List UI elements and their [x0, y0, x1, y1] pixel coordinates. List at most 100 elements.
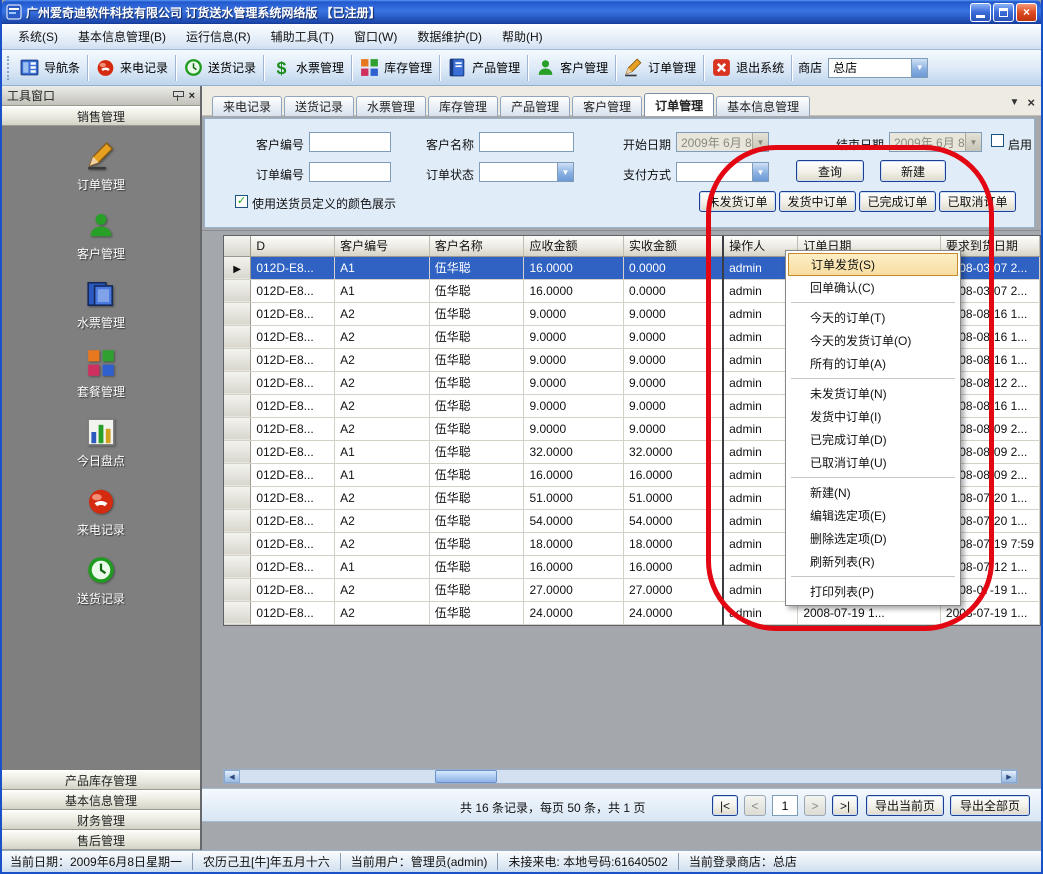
sidebar-item[interactable]: 订单管理	[77, 140, 125, 193]
cell-customer_name[interactable]: 伍华聪	[429, 256, 524, 279]
sidebar-item[interactable]: 来电记录	[77, 485, 125, 538]
toolbar-button[interactable]: 送货记录	[178, 54, 261, 81]
row-selector[interactable]	[224, 348, 251, 371]
tab-menu-icon[interactable]: ▼	[1010, 97, 1020, 108]
cell-id[interactable]: 012D-E8...	[251, 555, 335, 578]
toolbar-button[interactable]: 库存管理	[354, 54, 437, 81]
cell-id[interactable]: 012D-E8...	[251, 394, 335, 417]
cell-id[interactable]: 012D-E8...	[251, 578, 335, 601]
chevron-down-icon[interactable]: ▼	[965, 133, 981, 151]
chevron-down-icon[interactable]: ▼	[752, 133, 768, 151]
cell-receivable[interactable]: 9.0000	[524, 394, 624, 417]
cell-received[interactable]: 0.0000	[624, 256, 724, 279]
cell-customer_no[interactable]: A2	[335, 348, 430, 371]
new-button[interactable]: 新建	[880, 160, 946, 182]
cell-receivable[interactable]: 9.0000	[524, 417, 624, 440]
tab-水票管理[interactable]: 水票管理	[356, 96, 426, 116]
row-selector[interactable]	[224, 325, 251, 348]
cell-id[interactable]: 012D-E8...	[251, 348, 335, 371]
row-selector[interactable]	[224, 509, 251, 532]
column-header[interactable]: 客户编号	[335, 236, 430, 256]
customer-name-input[interactable]	[479, 132, 574, 152]
cell-receivable[interactable]: 16.0000	[524, 256, 624, 279]
cell-received[interactable]: 54.0000	[624, 509, 724, 532]
cell-customer_no[interactable]: A2	[335, 371, 430, 394]
export-current-page-button[interactable]: 导出当前页	[866, 795, 944, 816]
row-selector[interactable]	[224, 555, 251, 578]
context-menu-item[interactable]: 删除选定项(D)	[788, 527, 958, 550]
tab-送货记录[interactable]: 送货记录	[284, 96, 354, 116]
cell-customer_no[interactable]: A2	[335, 394, 430, 417]
cell-receivable[interactable]: 24.0000	[524, 601, 624, 624]
column-header[interactable]: 客户名称	[429, 236, 524, 256]
cell-customer_name[interactable]: 伍华聪	[429, 532, 524, 555]
order-filter-button[interactable]: 未发货订单	[699, 191, 776, 212]
toolbar-button[interactable]: 客户管理	[530, 54, 613, 81]
select-all-header[interactable]	[224, 236, 251, 256]
row-selector[interactable]	[224, 532, 251, 555]
row-selector[interactable]	[224, 279, 251, 302]
customer-no-input[interactable]	[309, 132, 391, 152]
sidebar-section-button[interactable]: 基本信息管理	[2, 790, 200, 810]
cell-customer_no[interactable]: A1	[335, 256, 430, 279]
cell-received[interactable]: 16.0000	[624, 555, 724, 578]
export-all-pages-button[interactable]: 导出全部页	[950, 795, 1030, 816]
cell-customer_name[interactable]: 伍华聪	[429, 302, 524, 325]
toolbar-button[interactable]: 订单管理	[618, 54, 701, 81]
cell-customer_name[interactable]: 伍华聪	[429, 509, 524, 532]
context-menu-item[interactable]: 刷新列表(R)	[788, 550, 958, 573]
cell-customer_no[interactable]: A1	[335, 440, 430, 463]
first-page-button[interactable]: |<	[712, 795, 738, 816]
order-no-input[interactable]	[309, 162, 391, 182]
cell-customer_no[interactable]: A1	[335, 279, 430, 302]
row-selector[interactable]	[224, 578, 251, 601]
menubar-item[interactable]: 帮助(H)	[492, 24, 553, 49]
cell-received[interactable]: 0.0000	[624, 279, 724, 302]
cell-customer_no[interactable]: A2	[335, 325, 430, 348]
start-date-picker[interactable]: 2009年 6月 8日 ▼	[676, 132, 769, 152]
cell-receivable[interactable]: 16.0000	[524, 555, 624, 578]
menubar-item[interactable]: 辅助工具(T)	[261, 24, 344, 49]
cell-receivable[interactable]: 9.0000	[524, 325, 624, 348]
column-header[interactable]: 实收金额	[624, 236, 724, 256]
toolbar-button[interactable]: 来电记录	[90, 54, 173, 81]
chevron-down-icon[interactable]: ▼	[557, 163, 573, 181]
cell-receivable[interactable]: 9.0000	[524, 348, 624, 371]
cell-customer_name[interactable]: 伍华聪	[429, 555, 524, 578]
minimize-button[interactable]	[970, 3, 991, 22]
context-menu-item[interactable]: 所有的订单(A)	[788, 352, 958, 375]
cell-received[interactable]: 51.0000	[624, 486, 724, 509]
cell-customer_name[interactable]: 伍华聪	[429, 440, 524, 463]
cell-receivable[interactable]: 9.0000	[524, 371, 624, 394]
context-menu-item[interactable]: 已取消订单(U)	[788, 451, 958, 474]
context-menu-item[interactable]: 订单发货(S)	[788, 253, 958, 276]
row-selector[interactable]	[224, 394, 251, 417]
end-date-picker[interactable]: 2009年 6月 8日 ▼	[889, 132, 982, 152]
toolbar-button[interactable]: 退出系统	[706, 54, 789, 81]
sidebar-item[interactable]: 客户管理	[77, 209, 125, 262]
cell-received[interactable]: 9.0000	[624, 417, 724, 440]
sidebar-item[interactable]: 套餐管理	[77, 347, 125, 400]
cell-received[interactable]: 27.0000	[624, 578, 724, 601]
color-display-checkbox[interactable]: ✓	[235, 195, 248, 208]
cell-customer_no[interactable]: A1	[335, 463, 430, 486]
tab-来电记录[interactable]: 来电记录	[212, 96, 282, 116]
cell-receivable[interactable]: 27.0000	[524, 578, 624, 601]
row-selector[interactable]	[224, 440, 251, 463]
cell-receivable[interactable]: 16.0000	[524, 463, 624, 486]
sidebar-item[interactable]: 水票管理	[77, 278, 125, 331]
cell-receivable[interactable]: 16.0000	[524, 279, 624, 302]
chevron-down-icon[interactable]: ▼	[911, 59, 927, 77]
cell-id[interactable]: 012D-E8...	[251, 509, 335, 532]
cell-customer_name[interactable]: 伍华聪	[429, 371, 524, 394]
row-selector[interactable]: ▶	[224, 256, 251, 279]
cell-customer_name[interactable]: 伍华聪	[429, 601, 524, 624]
enable-date-checkbox[interactable]	[991, 134, 1004, 147]
cell-customer_name[interactable]: 伍华聪	[429, 394, 524, 417]
cell-customer_no[interactable]: A2	[335, 578, 430, 601]
scroll-right-icon[interactable]: ▶	[1001, 770, 1017, 783]
sidebar-section-button[interactable]: 售后管理	[2, 830, 200, 850]
row-selector[interactable]	[224, 417, 251, 440]
payment-select[interactable]: ▼	[676, 162, 769, 182]
tab-基本信息管理[interactable]: 基本信息管理	[716, 96, 810, 116]
